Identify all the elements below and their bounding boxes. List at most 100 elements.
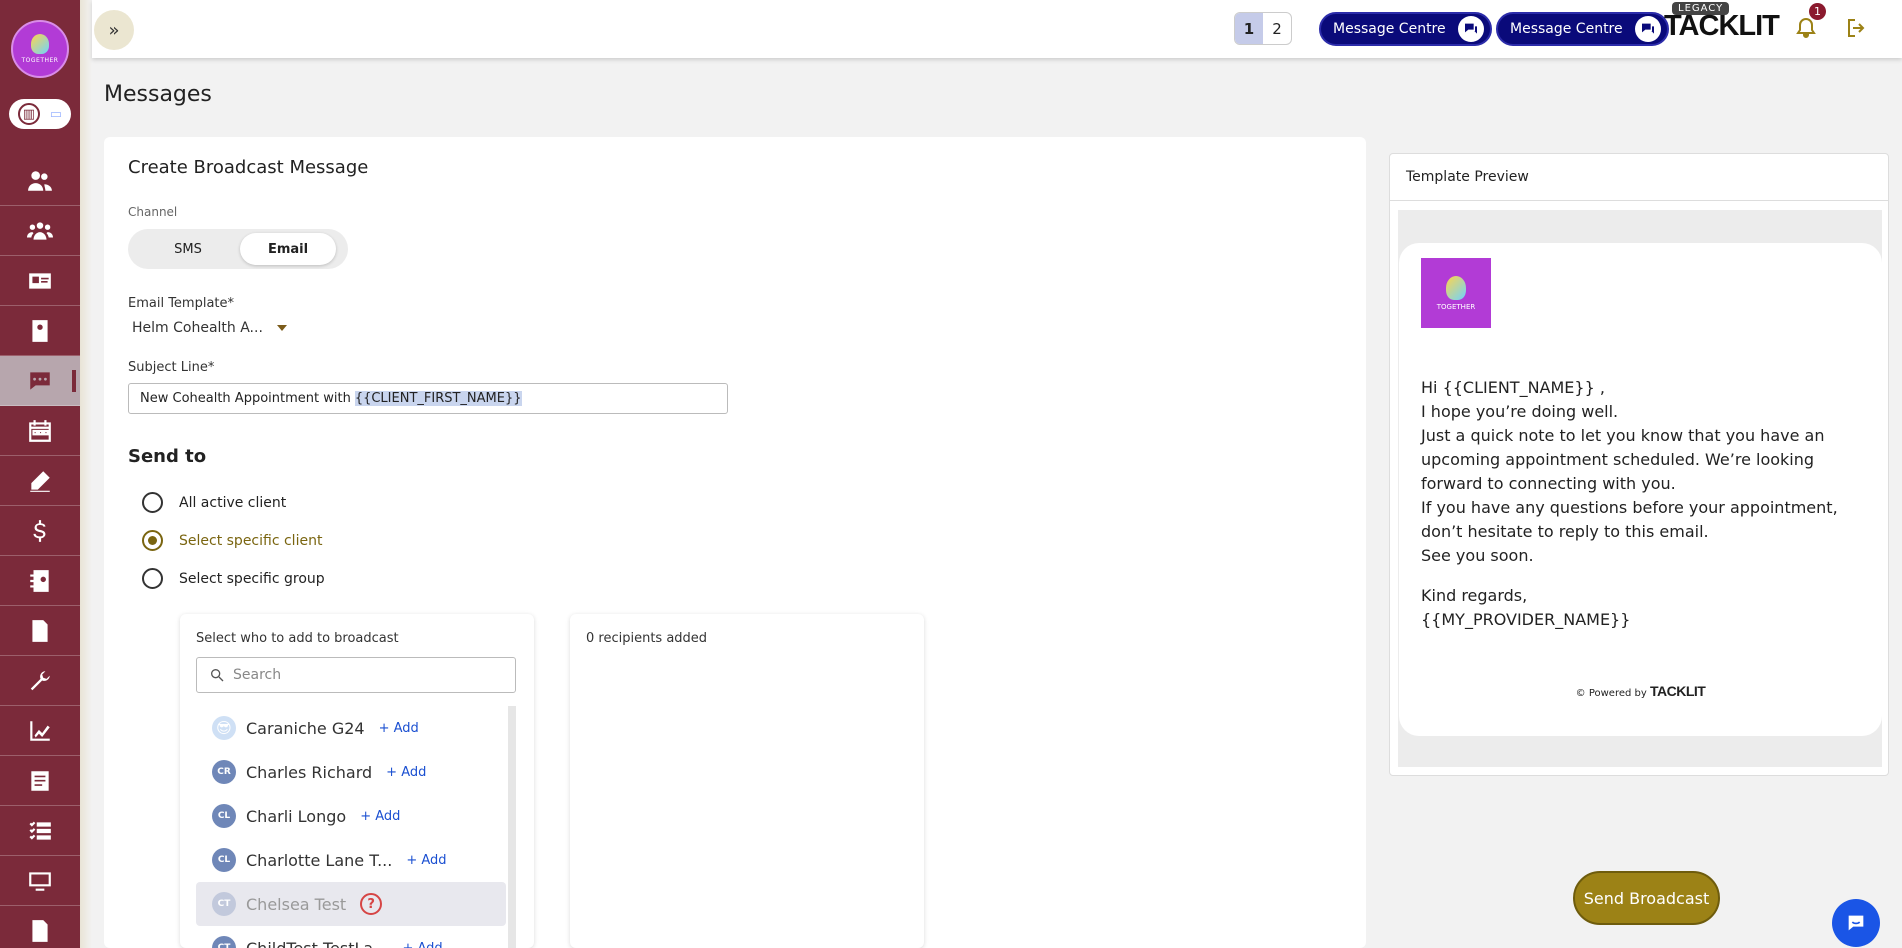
radio-select-specific-client[interactable]: Select specific client [142, 530, 322, 551]
subject-placeholder-token: {{CLIENT_FIRST_NAME}} [354, 391, 522, 406]
sidebar-nav [0, 156, 80, 948]
channel-label: Channel [128, 205, 178, 219]
page-title: Messages [104, 82, 212, 107]
sidebar-item-pen[interactable] [0, 456, 80, 506]
client-list-item[interactable]: 😎 Caraniche G24 + Add [196, 706, 506, 750]
building-icon[interactable]: ▥ [17, 103, 40, 125]
radio-all-active-client[interactable]: All active client [142, 492, 286, 513]
email-logo: TOGETHER [1421, 258, 1491, 328]
people-icon [28, 170, 52, 191]
template-preview-title: Template Preview [1390, 154, 1888, 201]
email-signature: {{MY_PROVIDER_NAME}} [1421, 610, 1631, 629]
expand-sidebar-button[interactable]: » [94, 10, 134, 50]
sidebar-item-checklist[interactable] [0, 806, 80, 856]
radio-button[interactable] [142, 530, 163, 551]
dollar-icon [33, 519, 46, 542]
calendar-icon [29, 419, 51, 442]
sidebar-item-chat[interactable] [0, 356, 80, 406]
sidebar-item-wrench[interactable] [0, 656, 80, 706]
workspace-switcher[interactable]: ▥ ▭ [9, 99, 71, 129]
email-preview-card: TOGETHER Hi {{CLIENT_NAME}} , I hope you… [1399, 243, 1882, 736]
legacy-message-centre-button[interactable]: Message Centre [1496, 12, 1669, 46]
chat-icon [1848, 915, 1864, 931]
template-preview: Template Preview TOGETHER Hi {{CLIENT_NA… [1389, 153, 1889, 776]
template-preview-body: TOGETHER Hi {{CLIENT_NAME}} , I hope you… [1398, 210, 1882, 767]
add-client-button[interactable]: + Add [386, 765, 426, 780]
client-name: Caraniche G24 [246, 718, 365, 738]
avatar: CL [212, 848, 236, 872]
send-broadcast-button[interactable]: Send Broadcast [1573, 871, 1720, 925]
message-centre-label: Message Centre [1333, 21, 1446, 37]
client-list-item[interactable]: CL Charlotte Lane T... + Add [196, 838, 506, 882]
briefcase-icon[interactable]: ▭ [50, 107, 62, 122]
search-icon [211, 669, 224, 682]
email-template-value: Helm Cohealth A... [132, 320, 263, 336]
channel-email-option[interactable]: Email [240, 233, 336, 265]
client-name: Chelsea Test [246, 894, 347, 914]
sidebar-item-document[interactable] [0, 606, 80, 656]
radio-button[interactable] [142, 492, 163, 513]
client-search-input[interactable]: Search [196, 657, 516, 693]
radio-button[interactable] [142, 568, 163, 589]
sidebar-item-file[interactable] [0, 906, 80, 948]
sidebar-item-id-card[interactable] [0, 256, 80, 306]
email-template-label: Email Template* [128, 296, 235, 311]
client-list-scrollbar[interactable] [508, 706, 516, 948]
client-list-item[interactable]: CL Charli Longo + Add [196, 794, 506, 838]
message-centre-button[interactable]: Message Centre [1319, 12, 1492, 46]
client-selector-panel: Select who to add to broadcast Search 😎 C… [180, 614, 534, 948]
chat-bubbles-icon [1634, 16, 1661, 42]
form-title: Create Broadcast Message [128, 157, 369, 178]
sidebar-item-contact-book[interactable] [0, 556, 80, 606]
client-name: ChildTest TestLa... [246, 938, 389, 948]
sidebar-item-calendar[interactable] [0, 406, 80, 456]
top-header: » 1 2 Message Centre Message Centre LEGA… [92, 0, 1902, 58]
sidebar-item-group[interactable] [0, 206, 80, 256]
channel-sms-option[interactable]: SMS [138, 233, 238, 265]
id-card-icon [29, 272, 51, 289]
client-list-item[interactable]: CT ChildTest TestLa... + Add [196, 926, 506, 948]
lightbulb-icon [1446, 275, 1466, 300]
monitor-icon [29, 871, 51, 891]
email-template-select[interactable]: Helm Cohealth A... [132, 320, 287, 336]
support-chat-button[interactable] [1832, 899, 1880, 947]
logout-icon[interactable] [1845, 16, 1869, 40]
email-line: If you have any questions before your ap… [1421, 498, 1838, 541]
client-list-item[interactable]: CR Charles Richard + Add [196, 750, 506, 794]
email-body-text: Hi {{CLIENT_NAME}} , I hope you’re doing… [1421, 376, 1861, 632]
powered-by-brand: TACKLIT [1649, 683, 1706, 699]
sidebar-item-people[interactable] [0, 156, 80, 206]
sidebar-item-notes[interactable] [0, 756, 80, 806]
add-client-button[interactable]: + Add [379, 721, 419, 736]
chart-icon [30, 720, 50, 741]
document-icon [32, 619, 48, 642]
contact-book-icon [30, 569, 49, 592]
selector-heading: Select who to add to broadcast [196, 631, 399, 646]
add-client-button[interactable]: + Add [406, 853, 446, 868]
org-logo[interactable]: TOGETHER [11, 20, 69, 78]
client-list: 😎 Caraniche G24 + Add CR Charles Richard + Ad… [196, 706, 506, 948]
add-client-button[interactable]: + Add [360, 809, 400, 824]
radio-select-specific-group[interactable]: Select specific group [142, 568, 325, 589]
sidebar-item-monitor[interactable] [0, 856, 80, 906]
email-line: I hope you’re doing well. [1421, 402, 1619, 421]
question-circle-icon[interactable]: ? [360, 893, 383, 915]
page-1-button[interactable]: 1 [1235, 13, 1263, 44]
avatar-emoji-icon: 😎 [212, 716, 236, 740]
channel-toggle: SMS Email [128, 229, 348, 269]
notes-icon [31, 770, 49, 791]
sidebar-item-dollar[interactable] [0, 506, 80, 556]
avatar: CT [212, 936, 236, 948]
sidebar-edge [80, 0, 92, 948]
sidebar-item-profile[interactable] [0, 306, 80, 356]
chat-bubbles-icon [1457, 16, 1484, 42]
sidebar: TOGETHER ▥ ▭ [0, 0, 80, 948]
add-client-button[interactable]: + Add [402, 941, 442, 948]
radio-label: Select specific client [179, 532, 323, 549]
email-line: Just a quick note to let you know that y… [1421, 426, 1825, 493]
sidebar-item-chart[interactable] [0, 706, 80, 756]
avatar: CR [212, 760, 236, 784]
send-to-heading: Send to [128, 446, 207, 467]
subject-line-input[interactable]: New Cohealth Appointment with {{CLIENT_F… [128, 383, 728, 414]
page-2-button[interactable]: 2 [1263, 13, 1291, 44]
